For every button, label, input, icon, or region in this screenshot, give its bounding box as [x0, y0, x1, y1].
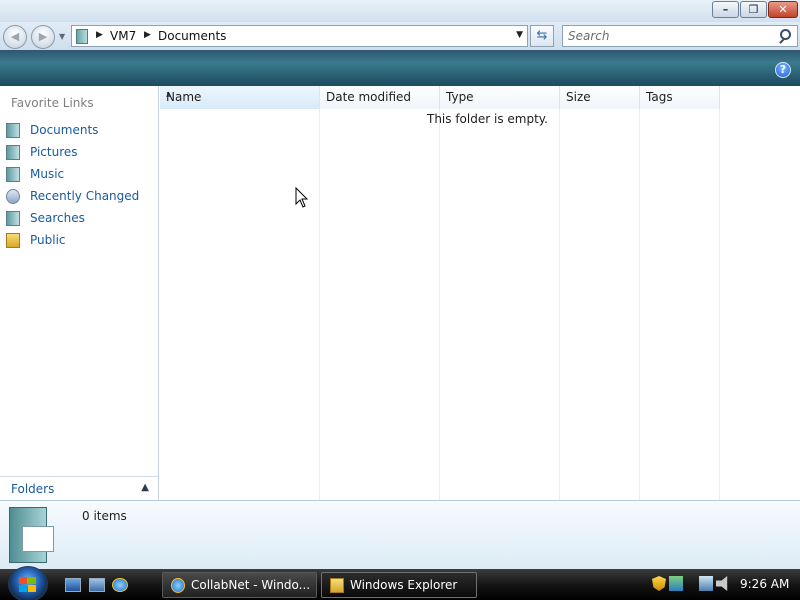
item-count: 0 items	[82, 509, 127, 523]
command-bar: ?	[0, 50, 800, 86]
maximize-button[interactable]: ❐	[740, 1, 767, 18]
folders-toggle[interactable]: Folders ▲	[0, 476, 158, 500]
favorite-link-music[interactable]: Music	[6, 163, 139, 185]
column-divider	[439, 109, 440, 500]
windows-logo-icon	[19, 577, 37, 593]
close-icon: ✕	[778, 3, 788, 16]
title-bar: – ❐ ✕	[0, 0, 800, 22]
window-controls: – ❐ ✕	[712, 1, 798, 18]
taskbar-button-label: Windows Explorer	[350, 578, 458, 592]
search-icon[interactable]	[780, 29, 791, 40]
switch-windows-icon[interactable]	[89, 578, 105, 592]
documents-folder-large-icon	[9, 507, 54, 563]
favorite-link-label: Public	[30, 233, 66, 247]
empty-folder-message: This folder is empty.	[427, 112, 548, 126]
favorite-link-label: Documents	[30, 123, 99, 137]
pictures-icon	[6, 144, 20, 160]
column-header-name[interactable]: ▲ Name	[160, 86, 320, 109]
column-header-date-modified[interactable]: Date modified	[320, 86, 440, 109]
minimize-icon: –	[722, 3, 729, 16]
favorite-links-list: Documents Pictures Music Recently Change…	[6, 119, 139, 251]
column-header-type[interactable]: Type	[440, 86, 560, 109]
breadcrumb-documents[interactable]: Documents	[158, 29, 226, 43]
search-input[interactable]	[563, 26, 763, 46]
address-bar[interactable]: ▶ VM7 ▶ Documents ▼	[71, 25, 528, 47]
folders-label: Folders	[11, 482, 55, 496]
refresh-icon: ⇆	[536, 28, 548, 43]
searches-icon	[6, 210, 20, 226]
music-icon	[6, 166, 20, 182]
column-header-tags[interactable]: Tags	[640, 86, 720, 109]
volume-muted-icon[interactable]	[716, 576, 728, 591]
start-button[interactable]	[8, 566, 48, 600]
show-desktop-icon[interactable]	[65, 578, 81, 592]
breadcrumb-separator-icon[interactable]: ▶	[96, 30, 103, 40]
taskbar-button-windows-explorer[interactable]: Windows Explorer	[321, 572, 477, 598]
navigation-pane: Favorite Links Documents Pictures Music …	[0, 86, 159, 500]
favorite-link-label: Music	[30, 167, 65, 181]
internet-explorer-quicklaunch-icon[interactable]	[112, 578, 128, 592]
details-pane: 0 items	[0, 500, 800, 569]
breadcrumb-separator-icon[interactable]: ▶	[144, 30, 151, 40]
mouse-cursor-icon	[295, 187, 309, 208]
back-arrow-icon: ◀	[10, 30, 20, 43]
column-divider	[719, 109, 720, 500]
forward-arrow-icon: ▶	[38, 30, 48, 43]
favorite-link-pictures[interactable]: Pictures	[6, 141, 139, 163]
file-list[interactable]: ▲ Name Date modified Type Size Tags This…	[160, 86, 800, 500]
back-button[interactable]: ◀	[3, 25, 27, 49]
system-tray: 9:26 AM	[648, 572, 800, 598]
refresh-button[interactable]: ⇆	[530, 25, 554, 47]
internet-explorer-icon	[171, 578, 185, 593]
taskbar-button-collabnet[interactable]: CollabNet - Windo...	[162, 572, 317, 598]
favorite-link-searches[interactable]: Searches	[6, 207, 139, 229]
security-shield-icon[interactable]	[652, 576, 666, 591]
favorite-link-label: Recently Changed	[30, 189, 140, 203]
folder-icon	[330, 578, 344, 593]
column-divider	[639, 109, 640, 500]
search-box	[562, 25, 798, 47]
navigation-bar: ◀ ▶ ▼ ▶ VM7 ▶ Documents ▼ ⇆	[0, 22, 800, 50]
address-dropdown-icon[interactable]: ▼	[516, 30, 523, 40]
column-divider	[319, 109, 320, 500]
help-icon[interactable]: ?	[775, 62, 791, 78]
taskbar-button-label: CollabNet - Windo...	[191, 578, 311, 592]
recently-changed-icon	[6, 188, 20, 204]
favorite-link-documents[interactable]: Documents	[6, 119, 139, 141]
network-connection-icon[interactable]	[699, 576, 713, 591]
favorite-link-recently-changed[interactable]: Recently Changed	[6, 185, 139, 207]
taskbar: CollabNet - Windo... Windows Explorer 9:…	[0, 566, 800, 600]
documents-folder-icon	[76, 29, 88, 44]
clock[interactable]: 9:26 AM	[740, 577, 789, 591]
recent-pages-dropdown-icon[interactable]: ▼	[59, 32, 65, 41]
favorite-links-heading: Favorite Links	[11, 96, 94, 110]
chevron-up-icon: ▲	[141, 482, 149, 493]
network-status-icon[interactable]	[669, 576, 683, 591]
public-folder-icon	[6, 232, 20, 248]
documents-icon	[6, 122, 20, 138]
column-divider	[559, 109, 560, 500]
column-header-size[interactable]: Size	[560, 86, 640, 109]
breadcrumb-vm7[interactable]: VM7	[110, 29, 136, 43]
close-button[interactable]: ✕	[768, 1, 798, 18]
minimize-button[interactable]: –	[712, 1, 739, 18]
favorite-link-label: Pictures	[30, 145, 78, 159]
favorite-link-public[interactable]: Public	[6, 229, 139, 251]
forward-button[interactable]: ▶	[31, 25, 55, 49]
favorite-link-label: Searches	[30, 211, 85, 225]
maximize-icon: ❐	[748, 3, 759, 16]
